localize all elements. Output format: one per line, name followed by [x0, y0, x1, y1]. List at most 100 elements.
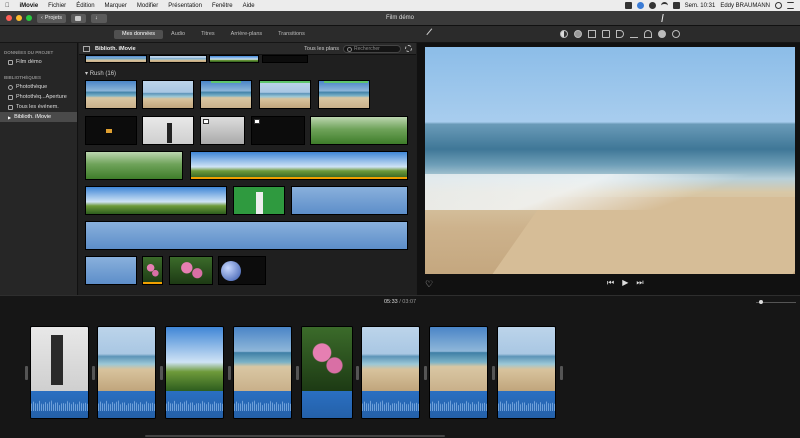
- wifi-icon[interactable]: [660, 2, 668, 9]
- video-preview[interactable]: [425, 47, 795, 274]
- settings-gear-icon[interactable]: [405, 45, 412, 52]
- sidebar-item-biblioth-imovie[interactable]: ▶ Biblioth. iMovie: [0, 112, 77, 122]
- timeline-scrollbar[interactable]: [145, 435, 445, 437]
- clip-trim-handle[interactable]: [492, 366, 495, 380]
- clip-trim-handle[interactable]: [160, 366, 163, 380]
- magic-wand-icon[interactable]: [426, 28, 438, 40]
- media-clip[interactable]: [200, 116, 245, 145]
- next-icon[interactable]: ⏭: [636, 278, 643, 288]
- clip-trim-handle[interactable]: [228, 366, 231, 380]
- menu-presentation[interactable]: Présentation: [163, 3, 207, 9]
- media-clip[interactable]: [218, 256, 266, 285]
- zoom-window-button[interactable]: [26, 15, 32, 21]
- cloud-status-icon[interactable]: [636, 2, 644, 9]
- menu-marquer[interactable]: Marquer: [100, 3, 132, 9]
- media-clip[interactable]: [200, 80, 252, 109]
- timeline-clip[interactable]: [497, 326, 556, 419]
- media-clip[interactable]: [85, 80, 137, 109]
- media-clip[interactable]: [142, 256, 163, 285]
- crop-icon[interactable]: [588, 30, 596, 38]
- clip-trim-handle[interactable]: [560, 366, 563, 380]
- media-clip[interactable]: [142, 80, 194, 109]
- timeline-clip[interactable]: [165, 326, 224, 419]
- clip-audio-waveform[interactable]: [31, 391, 88, 418]
- tab-titres[interactable]: Titres: [193, 30, 223, 39]
- media-clip[interactable]: [259, 80, 311, 109]
- clip-trim-handle[interactable]: [296, 366, 299, 380]
- clip-audio-empty[interactable]: [302, 391, 352, 418]
- media-clip[interactable]: [318, 80, 370, 109]
- timeline-zoom-slider[interactable]: [756, 300, 796, 304]
- projects-back-button[interactable]: ‹ Projets: [37, 13, 66, 23]
- menu-aide[interactable]: Aide: [238, 3, 260, 9]
- tab-mes-donnees[interactable]: Mes données: [114, 30, 164, 39]
- menu-modifier[interactable]: Modifier: [132, 3, 163, 9]
- clip-audio-waveform[interactable]: [166, 391, 223, 418]
- timeline-clip[interactable]: [361, 326, 420, 419]
- timeline-clip[interactable]: [301, 326, 353, 419]
- apple-menu-icon[interactable]: : [0, 3, 15, 9]
- sidebar-toggle-icon[interactable]: [83, 46, 90, 52]
- tab-audio[interactable]: Audio: [163, 30, 193, 39]
- info-icon[interactable]: [672, 30, 680, 38]
- tab-transitions[interactable]: Transitions: [270, 30, 313, 39]
- favorite-heart-icon[interactable]: ♡: [425, 279, 433, 290]
- media-clip[interactable]: [291, 186, 408, 215]
- media-clip[interactable]: [85, 151, 183, 180]
- media-clip[interactable]: [190, 151, 408, 180]
- menu-edition[interactable]: Édition: [71, 3, 99, 9]
- clip-filter-select[interactable]: Tous les plans: [304, 46, 339, 52]
- minimize-window-button[interactable]: [16, 15, 22, 21]
- tab-arriere-plans[interactable]: Arrière-plans: [223, 30, 270, 39]
- media-clip[interactable]: [85, 256, 137, 285]
- search-spotlight-icon[interactable]: [775, 2, 782, 9]
- menu-app[interactable]: iMovie: [15, 3, 44, 9]
- media-clip[interactable]: [169, 256, 213, 285]
- clip-audio-waveform[interactable]: [430, 391, 487, 418]
- clip-trim-handle[interactable]: [92, 366, 95, 380]
- clip-audio-waveform[interactable]: [98, 391, 155, 418]
- speed-icon[interactable]: [644, 30, 652, 38]
- previous-icon[interactable]: ⏮: [607, 278, 614, 288]
- stabilization-icon[interactable]: [602, 30, 610, 38]
- play-icon[interactable]: ▶: [622, 278, 628, 288]
- sidebar-item-phototheque[interactable]: Photothèque: [0, 82, 77, 92]
- color-balance-icon[interactable]: [560, 30, 568, 38]
- clip-audio-waveform[interactable]: [234, 391, 291, 418]
- sidebar-item-film-demo[interactable]: Film démo: [0, 57, 77, 67]
- import-button[interactable]: ↓: [90, 13, 107, 23]
- media-clip[interactable]: [85, 221, 408, 250]
- clip-audio-waveform[interactable]: [362, 391, 419, 418]
- filter-icon[interactable]: [658, 30, 666, 38]
- media-clip[interactable]: [233, 186, 285, 215]
- media-view-toggle[interactable]: [70, 13, 86, 23]
- media-clip[interactable]: [142, 116, 194, 145]
- volume-status-icon[interactable]: [672, 2, 680, 9]
- sidebar-item-tous-evenements[interactable]: Tous les événem.: [0, 102, 77, 112]
- media-clip[interactable]: [251, 116, 305, 145]
- media-clip[interactable]: [262, 55, 308, 63]
- close-window-button[interactable]: [6, 15, 12, 21]
- notification-list-icon[interactable]: [787, 2, 794, 9]
- menu-fichier[interactable]: Fichier: [43, 3, 71, 9]
- volume-icon[interactable]: [616, 30, 624, 38]
- sync-status-icon[interactable]: [648, 2, 656, 9]
- media-clip[interactable]: [149, 55, 207, 63]
- timeline-clip[interactable]: [233, 326, 292, 419]
- media-clip[interactable]: [85, 186, 227, 215]
- event-rush-header[interactable]: ▾ Rush (16): [85, 70, 116, 77]
- media-clip[interactable]: [209, 55, 259, 63]
- menubar-user[interactable]: Eddy BRAUMANN: [720, 3, 770, 9]
- media-clip[interactable]: [310, 116, 408, 145]
- timeline-clip[interactable]: [429, 326, 488, 419]
- clip-trim-handle[interactable]: [424, 366, 427, 380]
- clip-audio-waveform[interactable]: [498, 391, 555, 418]
- media-clip[interactable]: [85, 55, 147, 63]
- clip-trim-handle[interactable]: [25, 366, 28, 380]
- disclosure-triangle-icon[interactable]: ▶: [8, 115, 11, 120]
- clip-trim-handle[interactable]: [356, 366, 359, 380]
- noise-reduction-icon[interactable]: [630, 30, 638, 38]
- camera-status-icon[interactable]: [624, 2, 632, 9]
- menu-fenetre[interactable]: Fenêtre: [207, 3, 238, 9]
- timeline-clip[interactable]: [97, 326, 156, 419]
